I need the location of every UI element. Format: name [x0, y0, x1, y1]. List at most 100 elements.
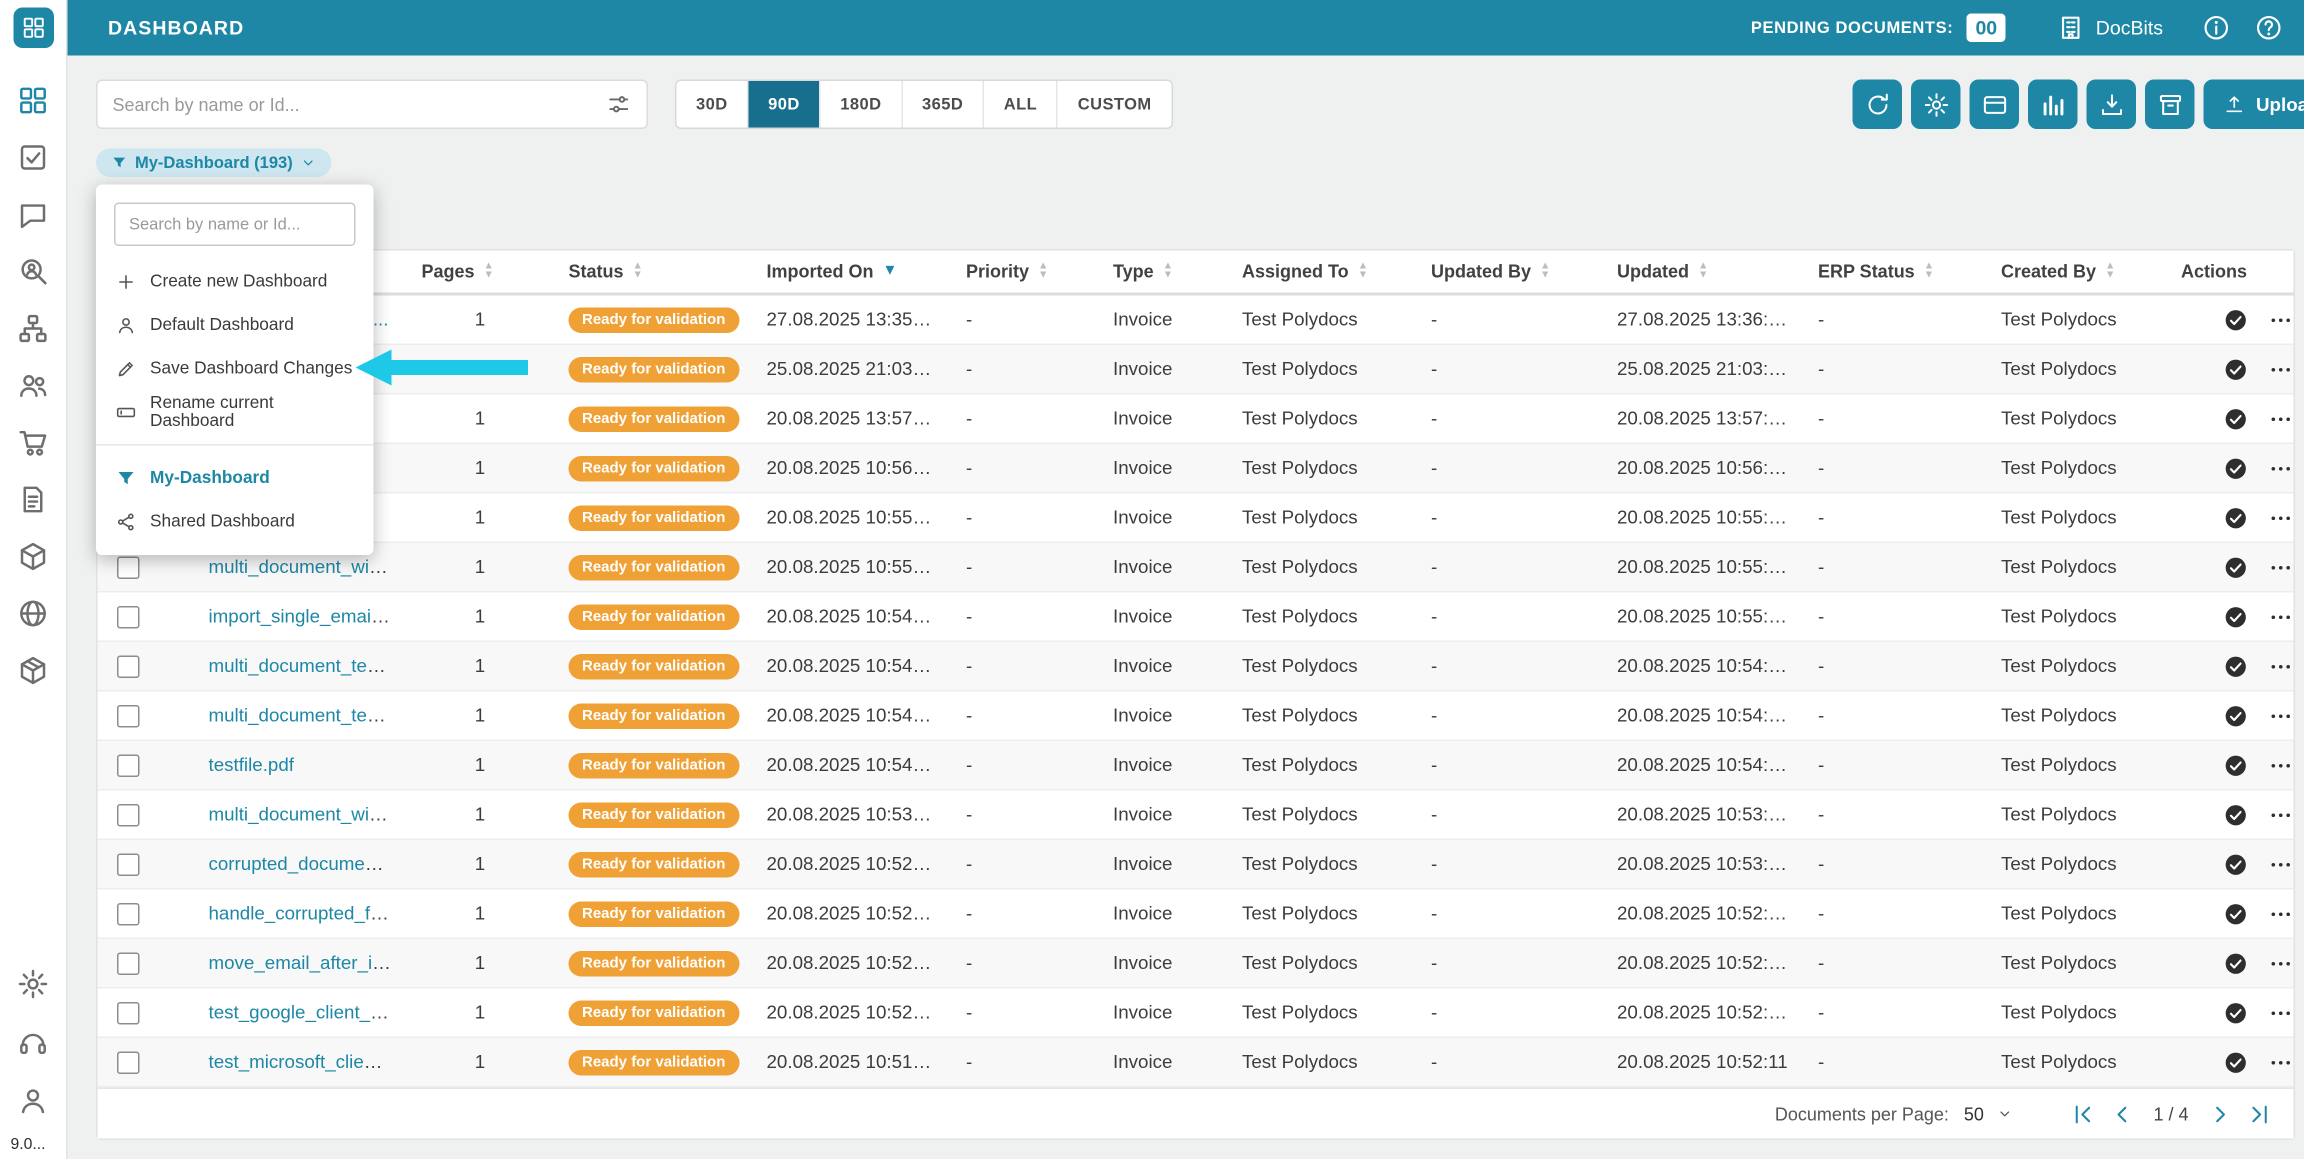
column-header-priority[interactable]: Priority ▲ ▼	[951, 251, 1098, 293]
approve-icon[interactable]	[2223, 554, 2249, 580]
row-checkbox[interactable]	[117, 951, 140, 975]
sidebar-workflow-icon[interactable]	[17, 312, 50, 345]
sort-icon[interactable]: ▲▼	[1038, 261, 1048, 281]
column-header-pages[interactable]: Pages ▲ ▼	[407, 251, 554, 293]
sidebar-validation-icon[interactable]	[17, 141, 50, 174]
sidebar-settings-icon[interactable]	[17, 967, 50, 1000]
row-checkbox[interactable]	[117, 605, 140, 628]
row-checkbox[interactable]	[117, 902, 140, 925]
column-header-status[interactable]: Status ▲ ▼	[554, 251, 752, 293]
approve-icon[interactable]	[2223, 851, 2249, 877]
menu-item-shared-dashboard[interactable]: Shared Dashboard	[96, 500, 374, 544]
approve-icon[interactable]	[2223, 356, 2249, 382]
row-checkbox[interactable]	[117, 803, 140, 826]
analytics-button[interactable]	[2028, 79, 2078, 129]
dashboard-selector-chip[interactable]: My-Dashboard (193)	[96, 148, 332, 177]
row-menu-icon[interactable]	[2268, 307, 2294, 333]
sidebar-network-icon[interactable]	[17, 597, 50, 630]
row-menu-icon[interactable]	[2268, 653, 2294, 679]
range-button-all[interactable]: ALL	[984, 81, 1059, 128]
document-link[interactable]: testfile.pdf	[209, 755, 294, 776]
sidebar-invoices-icon[interactable]	[17, 483, 50, 516]
per-page-chevron-icon[interactable]	[1996, 1106, 2013, 1123]
row-checkbox[interactable]	[117, 555, 140, 579]
approve-icon[interactable]	[2223, 455, 2249, 481]
row-checkbox[interactable]	[117, 654, 140, 678]
export-button[interactable]	[2086, 79, 2136, 129]
approve-icon[interactable]	[2223, 1000, 2249, 1026]
approve-icon[interactable]	[2223, 703, 2249, 729]
document-link[interactable]: move_email_after_im...	[209, 953, 404, 974]
column-header-created-by[interactable]: Created By ▲ ▼	[1986, 251, 2166, 293]
last-page-icon[interactable]	[2246, 1100, 2273, 1127]
org-switcher[interactable]: DocBits	[2057, 14, 2163, 43]
approve-icon[interactable]	[2223, 604, 2249, 630]
column-header-erp-status[interactable]: ERP Status ▲ ▼	[1803, 251, 1986, 293]
sort-icon[interactable]: ▲▼	[1358, 261, 1368, 281]
document-link[interactable]: test_google_client_20...	[209, 1002, 407, 1023]
sidebar-purchase-orders-icon[interactable]	[17, 426, 50, 459]
row-checkbox[interactable]	[117, 704, 140, 727]
sidebar-profile-icon[interactable]	[17, 1084, 50, 1117]
column-header-updated-by[interactable]: Updated By ▲ ▼	[1416, 251, 1602, 293]
sidebar-modules-icon[interactable]	[17, 654, 50, 687]
sort-icon[interactable]: ▲▼	[484, 261, 494, 281]
first-page-icon[interactable]	[2069, 1100, 2096, 1127]
sidebar-packages-icon[interactable]	[17, 540, 50, 573]
range-button-180d[interactable]: 180D	[820, 81, 903, 128]
approve-icon[interactable]	[2223, 950, 2249, 976]
sidebar-chat-icon[interactable]	[17, 198, 50, 231]
row-checkbox[interactable]	[117, 1001, 140, 1024]
row-menu-icon[interactable]	[2268, 1049, 2294, 1075]
column-header-updated[interactable]: Updated ▲ ▼	[1602, 251, 1803, 293]
column-header-type[interactable]: Type ▲ ▼	[1098, 251, 1227, 293]
row-menu-icon[interactable]	[2268, 901, 2294, 927]
document-link[interactable]: corrupted_document...	[209, 854, 397, 875]
row-menu-icon[interactable]	[2268, 356, 2294, 382]
document-link[interactable]: test_microsoft_client...	[209, 1052, 396, 1073]
sort-icon[interactable]: ▲▼	[1924, 261, 1934, 281]
row-menu-icon[interactable]	[2268, 703, 2294, 729]
row-menu-icon[interactable]	[2268, 455, 2294, 481]
approve-icon[interactable]	[2223, 653, 2249, 679]
previous-page-icon[interactable]	[2108, 1100, 2135, 1127]
approve-icon[interactable]	[2223, 505, 2249, 531]
menu-item-rename-current-dashboard[interactable]: Rename current Dashboard	[96, 390, 374, 434]
row-menu-icon[interactable]	[2268, 406, 2294, 432]
approve-icon[interactable]	[2223, 406, 2249, 432]
approve-icon[interactable]	[2223, 307, 2249, 333]
range-button-365d[interactable]: 365D	[902, 81, 985, 128]
row-checkbox[interactable]	[117, 1050, 140, 1074]
approve-icon[interactable]	[2223, 901, 2249, 927]
sort-icon[interactable]: ▲▼	[1698, 261, 1708, 281]
sidebar-users-icon[interactable]	[17, 369, 50, 402]
row-checkbox[interactable]	[117, 852, 140, 876]
sort-icon[interactable]: ▲▼	[1540, 261, 1550, 281]
range-button-30d[interactable]: 30D	[676, 81, 749, 128]
menu-item-my-dashboard[interactable]: My-Dashboard	[96, 456, 374, 500]
archive-button[interactable]	[2145, 79, 2195, 129]
search-input[interactable]	[112, 93, 606, 115]
row-menu-icon[interactable]	[2268, 505, 2294, 531]
approve-icon[interactable]	[2223, 752, 2249, 778]
refresh-button[interactable]	[1852, 79, 1902, 129]
column-header-assigned-to[interactable]: Assigned To ▲ ▼	[1227, 251, 1416, 293]
settings-button[interactable]	[1911, 79, 1961, 129]
column-header-imported-on[interactable]: Imported On ▼	[752, 251, 952, 293]
sort-icon[interactable]: ▲▼	[633, 261, 643, 281]
sidebar-dashboard-icon[interactable]	[17, 84, 50, 117]
document-link[interactable]: multi_document_test...	[209, 705, 398, 726]
document-link[interactable]: multi_document_test...	[209, 656, 398, 677]
upload-button[interactable]: Upload	[2203, 79, 2304, 129]
document-link[interactable]: multi_document_with...	[209, 804, 401, 825]
range-button-90d[interactable]: 90D	[748, 81, 821, 128]
dashboard-search-input[interactable]	[114, 202, 356, 246]
approve-icon[interactable]	[2223, 1049, 2249, 1075]
document-link[interactable]: handle_corrupted_file...	[209, 903, 405, 924]
row-menu-icon[interactable]	[2268, 752, 2294, 778]
per-page-value[interactable]: 50	[1964, 1103, 1984, 1124]
help-icon[interactable]	[2255, 14, 2284, 43]
info-icon[interactable]	[2202, 14, 2231, 43]
sidebar-user-search-icon[interactable]	[17, 255, 50, 288]
sidebar-support-icon[interactable]	[17, 1026, 50, 1059]
